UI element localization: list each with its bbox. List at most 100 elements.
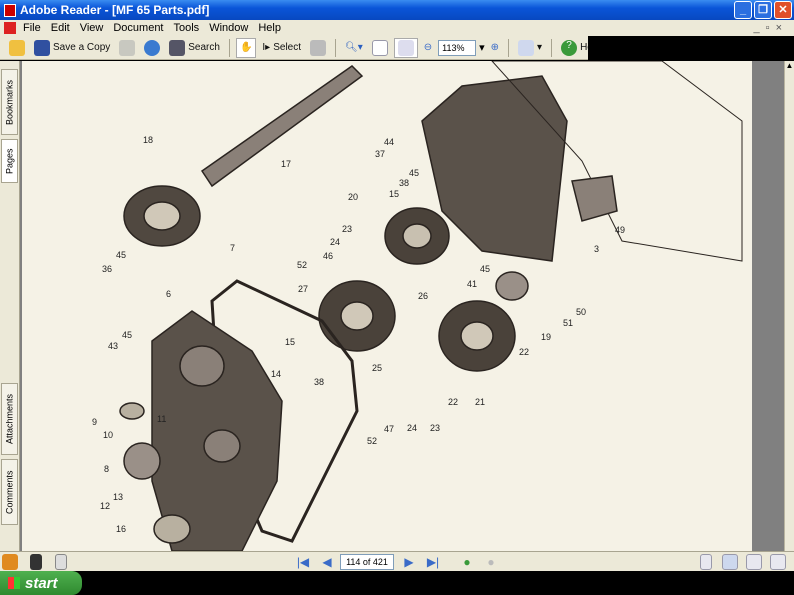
menu-window[interactable]: Window (204, 22, 253, 34)
facing-button[interactable] (746, 554, 762, 570)
water-pump-8 (123, 442, 161, 480)
page-only-button[interactable] (30, 554, 42, 570)
part-number-label: 17 (281, 159, 291, 169)
menu-file[interactable]: File (18, 22, 46, 34)
actual-size-button[interactable] (369, 38, 391, 58)
close-button[interactable]: ✕ (774, 1, 792, 19)
pages-icon (518, 39, 535, 56)
tab-pages[interactable]: Pages (1, 139, 18, 183)
start-label: start (25, 574, 58, 592)
navigation-panel: Bookmarks Pages Attachments Comments (0, 61, 20, 551)
part-number-label: 37 (375, 149, 385, 159)
menu-bar: File Edit View Document Tools Window Hel… (0, 20, 794, 36)
part-number-label: 46 (323, 251, 333, 261)
part-number-label: 23 (342, 224, 352, 234)
part-number-label: 52 (297, 260, 307, 270)
part-number-label: 15 (389, 189, 399, 199)
zoom-in-button[interactable]: ⊕ (488, 38, 502, 58)
menu-document[interactable]: Document (108, 22, 168, 34)
snapshot-button[interactable] (307, 38, 329, 58)
go-forward-button[interactable]: ● (484, 555, 498, 569)
status-bar: |◀ ◀ 114 of 421 ▶ ▶| ● ● (0, 551, 794, 571)
taskbar: start (0, 571, 794, 595)
page-number-field[interactable]: 114 of 421 (340, 554, 394, 570)
menu-tools[interactable]: Tools (169, 22, 205, 34)
toolbar-blank-area (588, 36, 794, 60)
part-number-label: 38 (314, 377, 324, 387)
divider (335, 38, 337, 57)
tab-comments[interactable]: Comments (1, 459, 18, 525)
hub-19 (495, 271, 529, 301)
bearing-9 (119, 402, 145, 420)
part-number-label: 20 (348, 192, 358, 202)
part-number-label: 36 (102, 264, 112, 274)
zoom-out-button[interactable]: ⊖ (421, 38, 435, 58)
part-number-label: 12 (100, 501, 110, 511)
next-page-button[interactable]: ▶ (402, 555, 416, 569)
seal-housing-3 (571, 175, 618, 222)
document-view[interactable]: 18 17 44 37 45 38 15 20 23 24 46 52 45 41 26 27 3 49 50 51 1… (20, 61, 784, 551)
part-number-label: 10 (103, 430, 113, 440)
save-copy-button[interactable]: Save a Copy (31, 38, 113, 58)
security-icon (2, 554, 18, 570)
first-page-button[interactable]: |◀ (296, 555, 310, 569)
menu-help[interactable]: Help (253, 22, 286, 34)
vertical-scrollbar[interactable]: ▲ (784, 61, 794, 551)
divider (508, 38, 510, 57)
part-number-label: 51 (563, 318, 573, 328)
search-label: Search (188, 42, 220, 53)
rotate-button[interactable]: ▾ (515, 38, 545, 58)
text-cursor-icon: I▸ (262, 42, 271, 53)
pdf-document-icon (4, 22, 16, 34)
tab-bookmarks[interactable]: Bookmarks (1, 69, 18, 135)
zoom-in-tool-button[interactable]: 🔍︎▾ (342, 38, 366, 58)
tab-attachments[interactable]: Attachments (1, 383, 18, 455)
zoom-field[interactable]: 113% (438, 39, 477, 56)
part-number-label: 45 (122, 330, 132, 340)
maximize-button[interactable]: ❐ (754, 1, 772, 19)
continuous-button[interactable] (722, 554, 738, 570)
menu-view[interactable]: View (75, 22, 109, 34)
single-page-button[interactable] (700, 554, 712, 570)
part-number-label: 26 (418, 291, 428, 301)
part-number-label: 21 (475, 397, 485, 407)
part-number-label: 44 (384, 137, 394, 147)
part-number-label: 38 (399, 178, 409, 188)
hand-tool-button[interactable]: ✋ (235, 37, 257, 58)
select-tool-button[interactable]: I▸ Select (259, 38, 304, 58)
part-number-label: 25 (372, 363, 382, 373)
magnifier-icon: 🔍︎▾ (345, 42, 363, 53)
save-copy-label: Save a Copy (53, 42, 111, 53)
part-number-label: 50 (576, 307, 586, 317)
part-number-label: 7 (230, 243, 235, 253)
last-page-button[interactable]: ▶| (426, 555, 440, 569)
previous-page-button[interactable]: ◀ (320, 555, 334, 569)
binoculars-icon (169, 39, 186, 56)
part-number-label: 22 (519, 347, 529, 357)
part-number-label: 45 (480, 264, 490, 274)
page-layout-button[interactable] (55, 554, 67, 570)
part-number-label: 19 (541, 332, 551, 342)
part-number-label: 43 (108, 341, 118, 351)
search-button[interactable]: Search (166, 38, 223, 58)
zoom-dropdown-arrow[interactable]: ▾ (479, 41, 485, 54)
email-button[interactable] (141, 38, 163, 58)
open-button[interactable] (6, 38, 28, 58)
minimize-button[interactable]: _ (734, 1, 752, 19)
plus-circle-icon: ⊕ (490, 42, 500, 53)
document-window-controls[interactable]: _▫× (754, 22, 788, 34)
divider (228, 38, 230, 57)
select-label: Select (273, 42, 302, 53)
part-number-label: 13 (113, 492, 123, 502)
minus-circle-icon: ⊖ (423, 42, 433, 53)
continuous-facing-button[interactable] (770, 554, 786, 570)
print-button[interactable] (116, 38, 138, 58)
part-number-label: 45 (116, 250, 126, 260)
fit-width-button[interactable] (393, 37, 418, 58)
part-number-label: 9 (92, 417, 97, 427)
part-number-label: 49 (615, 225, 625, 235)
menu-edit[interactable]: Edit (46, 22, 75, 34)
go-back-button[interactable]: ● (460, 555, 474, 569)
part-number-label: 47 (384, 424, 394, 434)
start-button[interactable]: start (0, 571, 82, 595)
